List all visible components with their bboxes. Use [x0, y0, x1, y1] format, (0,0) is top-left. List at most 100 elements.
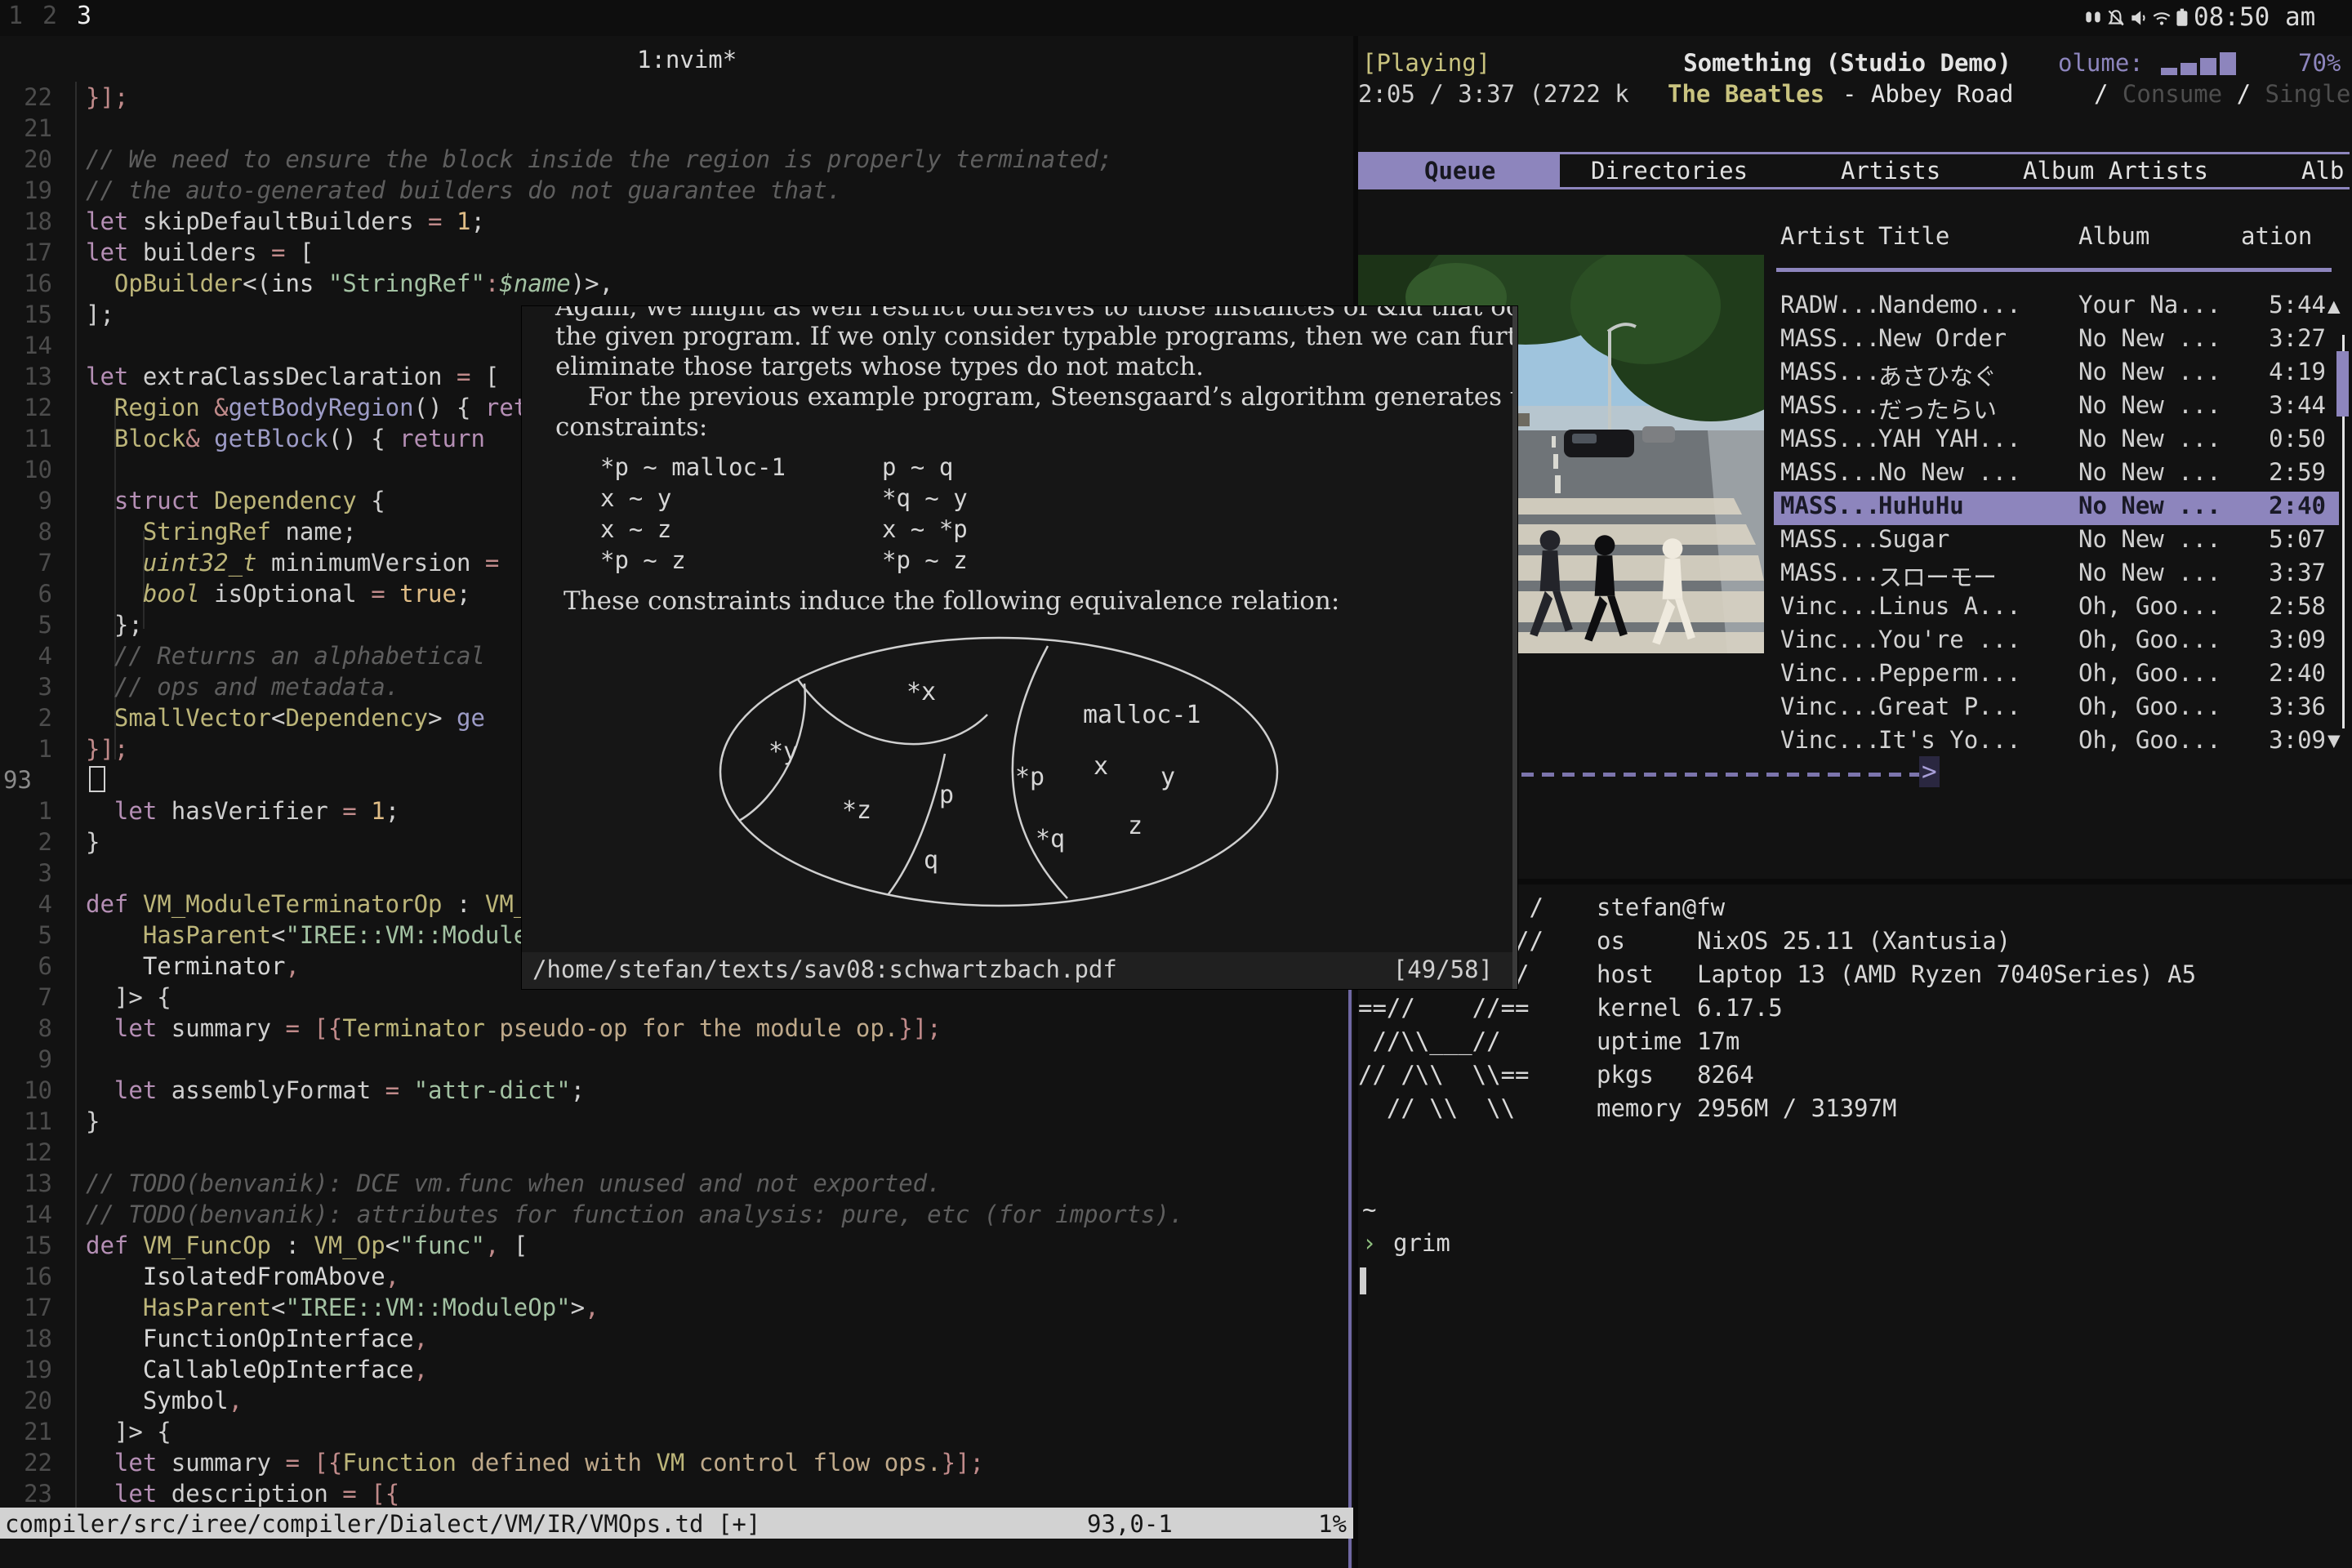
code-line[interactable]: 14// TODO(benvanik): attributes for func… [0, 1199, 1353, 1230]
tab-queue[interactable]: Queue [1424, 157, 1495, 185]
code-line[interactable]: 8 let summary = [{Terminator pseudo-op f… [0, 1013, 1353, 1044]
code-line[interactable]: 19 CallableOpInterface, [0, 1354, 1353, 1385]
pdf-statusbar: /home/stefan/texts/sav08:schwartzbach.pd… [522, 952, 1517, 989]
workspace-3[interactable]: 3 [77, 2, 91, 30]
fastfetch-info-value: Laptop 13 (AMD Ryzen 7040Series) A5 [1697, 960, 2196, 988]
pdf-text-line: eliminate those targets whose types do n… [555, 351, 1204, 382]
code-line[interactable]: 9 [0, 1044, 1353, 1075]
fastfetch-info-value: 17m [1697, 1027, 1740, 1055]
diagram-label: x [1094, 752, 1108, 781]
pdf-constraints-right: p ∼ q*q ∼ yx ∼ *p*p ∼ z [882, 452, 968, 576]
playlist-row[interactable]: MASS...New OrderNo New ...3:27 [1774, 324, 2339, 358]
tab-artists[interactable]: Artists [1841, 157, 1940, 185]
tab-directories[interactable]: Directories [1591, 157, 1748, 185]
workspace-1[interactable]: 1 [8, 2, 23, 30]
pdf-constraint: *p ∼ z [882, 545, 968, 576]
playlist-row[interactable]: Vinc...You're ...Oh, Goo...3:09 [1774, 626, 2339, 659]
code-line[interactable]: 13// TODO(benvanik): DCE vm.func when un… [0, 1168, 1353, 1199]
playlist-column-header[interactable]: Artist [1780, 222, 1866, 250]
code-line[interactable]: 23 let description = [{ [0, 1478, 1353, 1509]
code-line[interactable]: 21 ]> { [0, 1416, 1353, 1447]
workspace-2[interactable]: 2 [42, 2, 57, 30]
diagram-label: z [1128, 812, 1143, 840]
playlist-row[interactable]: Vinc...Linus A...Oh, Goo...2:58 [1774, 592, 2339, 626]
code-line[interactable]: 16 OpBuilder<(ins "StringRef":$name)>, [0, 268, 1353, 299]
pdf-text-line: For the previous example program, Steens… [588, 381, 1517, 412]
playlist-row[interactable]: MASS...No New ...No New ...2:59 [1774, 458, 2339, 492]
fastfetch-info-value: 6.17.5 [1697, 994, 1783, 1022]
playlist-row[interactable]: MASS...HuHuHuNo New ...2:40 [1774, 492, 2339, 525]
vim-cursor-position: 93,0-1 [1087, 1510, 1173, 1538]
scroll-up-icon[interactable]: ▲ [2328, 294, 2341, 318]
player-album: - Abbey Road [1842, 78, 2014, 109]
fastfetch-info-label: host [1597, 960, 1654, 988]
pdf-scrollbar[interactable] [1512, 306, 1517, 989]
code-line[interactable]: 12 [0, 1137, 1353, 1168]
fastfetch-user: stefan@fw [1597, 893, 1725, 921]
tab-album-artists[interactable]: Album Artists [2023, 157, 2208, 185]
player-mode-flags: / Consume / Single [2094, 78, 2350, 109]
playlist-row[interactable]: Vinc...It's Yo...Oh, Goo...3:09 [1774, 726, 2339, 760]
code-line[interactable]: 11} [0, 1106, 1353, 1137]
code-line[interactable]: 18 FunctionOpInterface, [0, 1323, 1353, 1354]
diagram-label: *x [906, 678, 936, 706]
pdf-constraint: x ∼ *p [882, 514, 968, 545]
clock: 08:50 am [2194, 2, 2315, 32]
editor-cursor [89, 766, 105, 792]
vim-statusline: compiler/src/iree/compiler/Dialect/VM/IR… [0, 1508, 1353, 1539]
playlist-row[interactable]: RADW...Nandemo...Your Na...5:44 [1774, 291, 2339, 324]
pdf-viewer-window[interactable]: Again, we might as well restrict ourselv… [522, 306, 1517, 989]
playlist-column-header[interactable]: Album [2078, 222, 2149, 250]
pdf-constraint: x ∼ y [600, 483, 786, 514]
pdf-constraint: *q ∼ y [882, 483, 968, 514]
diagram-label: q [924, 846, 938, 875]
fastfetch-info-label: memory [1597, 1094, 1682, 1122]
playlist-column-header[interactable]: Title [1878, 222, 1949, 250]
code-line[interactable]: 10 let assemblyFormat = "attr-dict"; [0, 1075, 1353, 1106]
code-line[interactable]: 20// We need to ensure the block inside … [0, 144, 1353, 175]
pdf-text-line: the given program. If we only consider t… [555, 321, 1517, 352]
fastfetch-info-value: 2956M / 31397M [1697, 1094, 1896, 1122]
playlist-row[interactable]: MASS...あさひなぐNo New ...4:19 [1774, 358, 2339, 391]
code-line[interactable]: 22}]; [0, 82, 1353, 113]
scrollbar-thumb[interactable] [2336, 351, 2349, 416]
code-line[interactable]: 20 Symbol, [0, 1385, 1353, 1416]
tab-alb[interactable]: Alb [2301, 157, 2344, 185]
playlist-row[interactable]: MASS...SugarNo New ...5:07 [1774, 525, 2339, 559]
fastfetch-info-label: kernel [1597, 994, 1682, 1022]
playlist-row[interactable]: MASS...YAH YAH...No New ...0:50 [1774, 425, 2339, 458]
status-bar: 123 08:50 am [0, 0, 2352, 36]
pdf-text-line: Again, we might as well restrict ourselv… [555, 306, 1517, 323]
diagram-label: *z [842, 796, 871, 825]
code-line[interactable]: 18let skipDefaultBuilders = 1; [0, 206, 1353, 237]
playlist-column-header[interactable]: ation [2241, 222, 2312, 250]
code-line[interactable]: 16 IsolatedFromAbove, [0, 1261, 1353, 1292]
diagram-label: *p [1015, 763, 1045, 791]
playlist-row[interactable]: MASS...スローモーNo New ...3:37 [1774, 559, 2339, 592]
progress-bar-head[interactable]: > [1919, 756, 1940, 787]
earbuds-icon [2082, 7, 2104, 29]
desktop: 1:nvim* 22}];2120// We need to ensure th… [0, 0, 2352, 1568]
code-line[interactable]: 21 [0, 113, 1353, 144]
fastfetch-info-label: os [1597, 927, 1625, 955]
playlist-header-underline [1776, 268, 2332, 272]
code-line[interactable]: 22 let summary = [{Function defined with… [0, 1447, 1353, 1478]
playlist-row[interactable]: Vinc...Great P...Oh, Goo...3:36 [1774, 693, 2339, 726]
code-line[interactable]: 17let builders = [ [0, 237, 1353, 268]
fastfetch-info-value: 8264 [1697, 1061, 1754, 1089]
code-line[interactable]: 15def VM_FuncOp : VM_Op<"func", [ [0, 1230, 1353, 1261]
fastfetch-art-line: //\\___// [1358, 1027, 1501, 1055]
playlist-row[interactable]: MASS...だったらいNo New ...3:44 [1774, 391, 2339, 425]
volume-bars-icon[interactable] [2161, 51, 2238, 75]
tmux-window-title[interactable]: 1:nvim* [637, 46, 737, 74]
code-line[interactable]: 19// the auto-generated builders do not … [0, 175, 1353, 206]
player-state: [Playing] [1362, 47, 1490, 78]
volume-label: olume: [2058, 47, 2144, 78]
playlist-row[interactable]: Vinc...Pepperm...Oh, Goo...2:40 [1774, 659, 2339, 693]
scroll-down-icon[interactable]: ▼ [2328, 728, 2341, 753]
player-song-title: Something (Studio Demo) [1683, 47, 2011, 78]
shell-command[interactable]: grim [1393, 1229, 1450, 1257]
diagram-label: y [1160, 763, 1175, 791]
code-line[interactable]: 17 HasParent<"IREE::VM::ModuleOp">, [0, 1292, 1353, 1323]
pdf-page-indicator: [49/58] [1393, 956, 1493, 983]
